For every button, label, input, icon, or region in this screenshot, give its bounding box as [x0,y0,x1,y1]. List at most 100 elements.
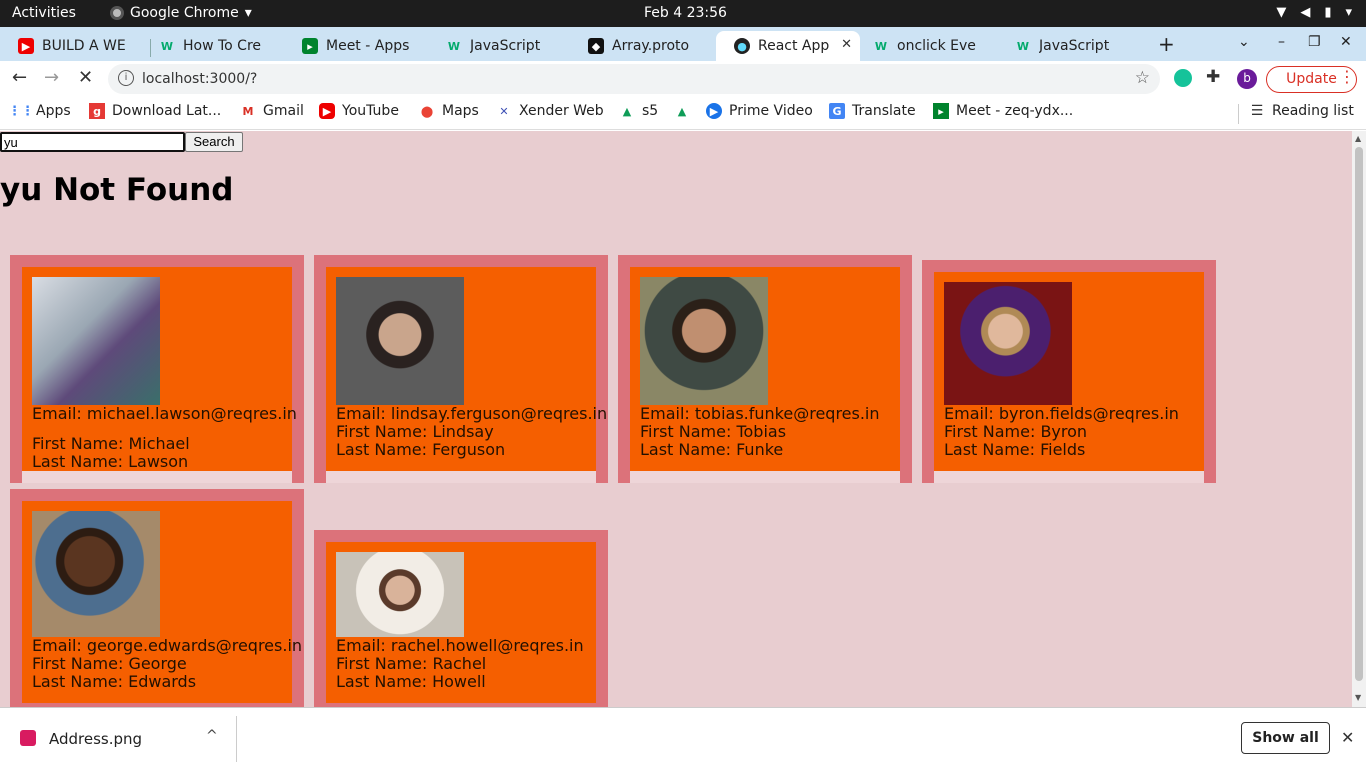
extensions-icon[interactable]: ✚ [1206,67,1220,87]
maps-icon: ⬤ [420,104,434,118]
tab[interactable]: ▸ Meet - Apps [284,31,434,61]
user-card: Email: george.edwards@reqres.in First Na… [10,489,304,707]
minimize-icon[interactable]: – [1278,34,1285,50]
user-avatar [32,277,160,405]
bookmark-label: Maps [442,103,479,119]
tab-active[interactable]: ● React App ✕ [716,31,860,61]
forward-arrow-icon[interactable]: → [44,67,59,88]
bookmark-divider [1238,104,1239,124]
restore-icon[interactable]: ❐ [1308,34,1321,50]
caret-down-icon: ▾ [244,5,252,21]
user-email: Email: tobias.funke@reqres.in [640,404,880,423]
app-menu[interactable]: Google Chrome ▾ [110,5,252,21]
w3schools-icon: W [874,39,888,53]
user-card: Email: rachel.howell@reqres.in First Nam… [314,530,608,707]
tab-search-icon[interactable]: ⌄ [1238,34,1250,50]
user-first-name: First Name: George [32,654,187,673]
bookmark-g-icon: g [89,103,105,119]
user-card-body: Email: lindsay.ferguson@reqres.in First … [326,267,608,471]
bookmark-item[interactable]: ✕ Xender Web [496,103,603,119]
page-viewport: Search yu Not Found Email: michael.lawso… [0,131,1352,707]
bookmark-item[interactable]: ▶ YouTube [319,103,399,119]
reading-list-button[interactable]: ☰ Reading list [1249,103,1354,119]
user-card-body: Email: michael.lawson@reqres.in First Na… [22,267,297,483]
close-tab-icon[interactable]: ✕ [841,37,852,52]
system-top-bar: Activities Google Chrome ▾ Feb 4 23:56 ▼… [0,0,1366,27]
system-tray[interactable]: ▼ ◀ ▮ ▾ [1276,5,1352,20]
user-card: Email: tobias.funke@reqres.in First Name… [618,255,912,483]
user-last-name: Last Name: Howell [336,672,486,691]
clock[interactable]: Feb 4 23:56 [644,5,727,21]
tab-title: How To Cre [183,38,262,54]
bookmark-item[interactable]: ▲ [674,103,690,119]
bookmark-item[interactable]: ▶ Prime Video [706,103,813,119]
scroll-thumb[interactable] [1355,147,1363,681]
shelf-divider [236,716,237,762]
page-heading: yu Not Found [0,172,234,208]
scroll-down-icon[interactable]: ▼ [1355,693,1361,702]
user-avatar [944,282,1072,405]
user-card: Email: lindsay.ferguson@reqres.in First … [314,255,608,483]
mdn-icon: ◆ [588,38,604,54]
chrome-icon [110,6,124,20]
close-shelf-icon[interactable]: ✕ [1341,728,1354,747]
user-last-name: Last Name: Ferguson [336,440,506,459]
bookmark-star-icon[interactable]: ☆ [1135,68,1150,88]
address-bar[interactable]: i localhost:3000/? ☆ [108,64,1160,94]
bookmark-item[interactable]: ▸ Meet - zeq-ydx... [933,103,1073,119]
user-card-body: Email: tobias.funke@reqres.in First Name… [630,267,900,471]
url-text[interactable]: localhost:3000/? [142,71,257,87]
user-email: Email: lindsay.ferguson@reqres.in [336,404,608,423]
user-first-name: First Name: Rachel [336,654,487,673]
app-name: Google Chrome [130,5,239,21]
bookmark-label: Meet - zeq-ydx... [956,103,1074,119]
youtube-icon: ▶ [18,38,34,54]
bookmark-label: Download Lat... [112,103,222,119]
user-avatar [32,511,160,637]
user-email: Email: rachel.howell@reqres.in [336,636,584,655]
bookmark-label: Prime Video [729,103,813,119]
bookmark-label: Translate [852,103,916,119]
user-card-body: Email: george.edwards@reqres.in First Na… [22,501,302,703]
bookmark-item[interactable]: ▲ s5 [619,103,658,119]
bookmark-item[interactable]: M Gmail [240,103,304,119]
bookmark-item[interactable]: ⋮⋮ Apps [8,103,71,119]
close-window-icon[interactable]: ✕ [1340,34,1352,50]
activities-button[interactable]: Activities [12,5,76,21]
site-info-icon[interactable]: i [118,70,134,86]
menu-kebab-icon[interactable]: ⋮ [1339,67,1355,86]
tab[interactable]: W onclick Eve [855,31,1005,61]
download-file-name[interactable]: Address.png [49,730,142,748]
tab[interactable]: W JavaScript [997,31,1147,61]
new-tab-icon[interactable]: + [1158,32,1175,56]
bookmark-item[interactable]: ⬤ Maps [419,103,479,119]
bookmark-item[interactable]: G Translate [829,103,916,119]
image-file-icon [20,730,36,746]
search-button[interactable]: Search [185,132,243,152]
tab-title: Array.proto [612,38,690,54]
tab[interactable]: ▶ BUILD A WE [0,31,150,61]
user-avatar [336,277,464,405]
caret-down-icon: ▾ [1345,5,1352,20]
tab[interactable]: W How To Cre [141,31,291,61]
tab[interactable]: ◆ Array.proto [570,31,720,61]
back-arrow-icon[interactable]: ← [12,67,27,88]
tab[interactable]: W JavaScript [428,31,578,61]
drive-icon: ▲ [622,104,632,118]
meet-icon: ▸ [933,103,949,119]
bookmark-item[interactable]: g Download Lat... [89,103,221,119]
show-all-button[interactable]: Show all [1241,722,1330,754]
prime-video-icon: ▶ [706,103,722,119]
scroll-up-icon[interactable]: ▲ [1355,134,1361,143]
search-input[interactable] [0,132,185,152]
w3schools-icon: W [160,39,174,53]
tab-title: Meet - Apps [326,38,410,54]
page-scrollbar[interactable]: ▲ ▼ [1352,131,1366,707]
chevron-up-icon[interactable]: ^ [206,728,218,744]
grammarly-extension-icon[interactable] [1174,69,1192,87]
download-shelf: Address.png ^ Show all ✕ [0,707,1366,768]
stop-loading-icon[interactable]: ✕ [78,67,93,88]
profile-avatar[interactable]: b [1237,69,1257,89]
user-email: Email: byron.fields@reqres.in [944,404,1179,423]
bookmark-label: Apps [36,103,71,119]
